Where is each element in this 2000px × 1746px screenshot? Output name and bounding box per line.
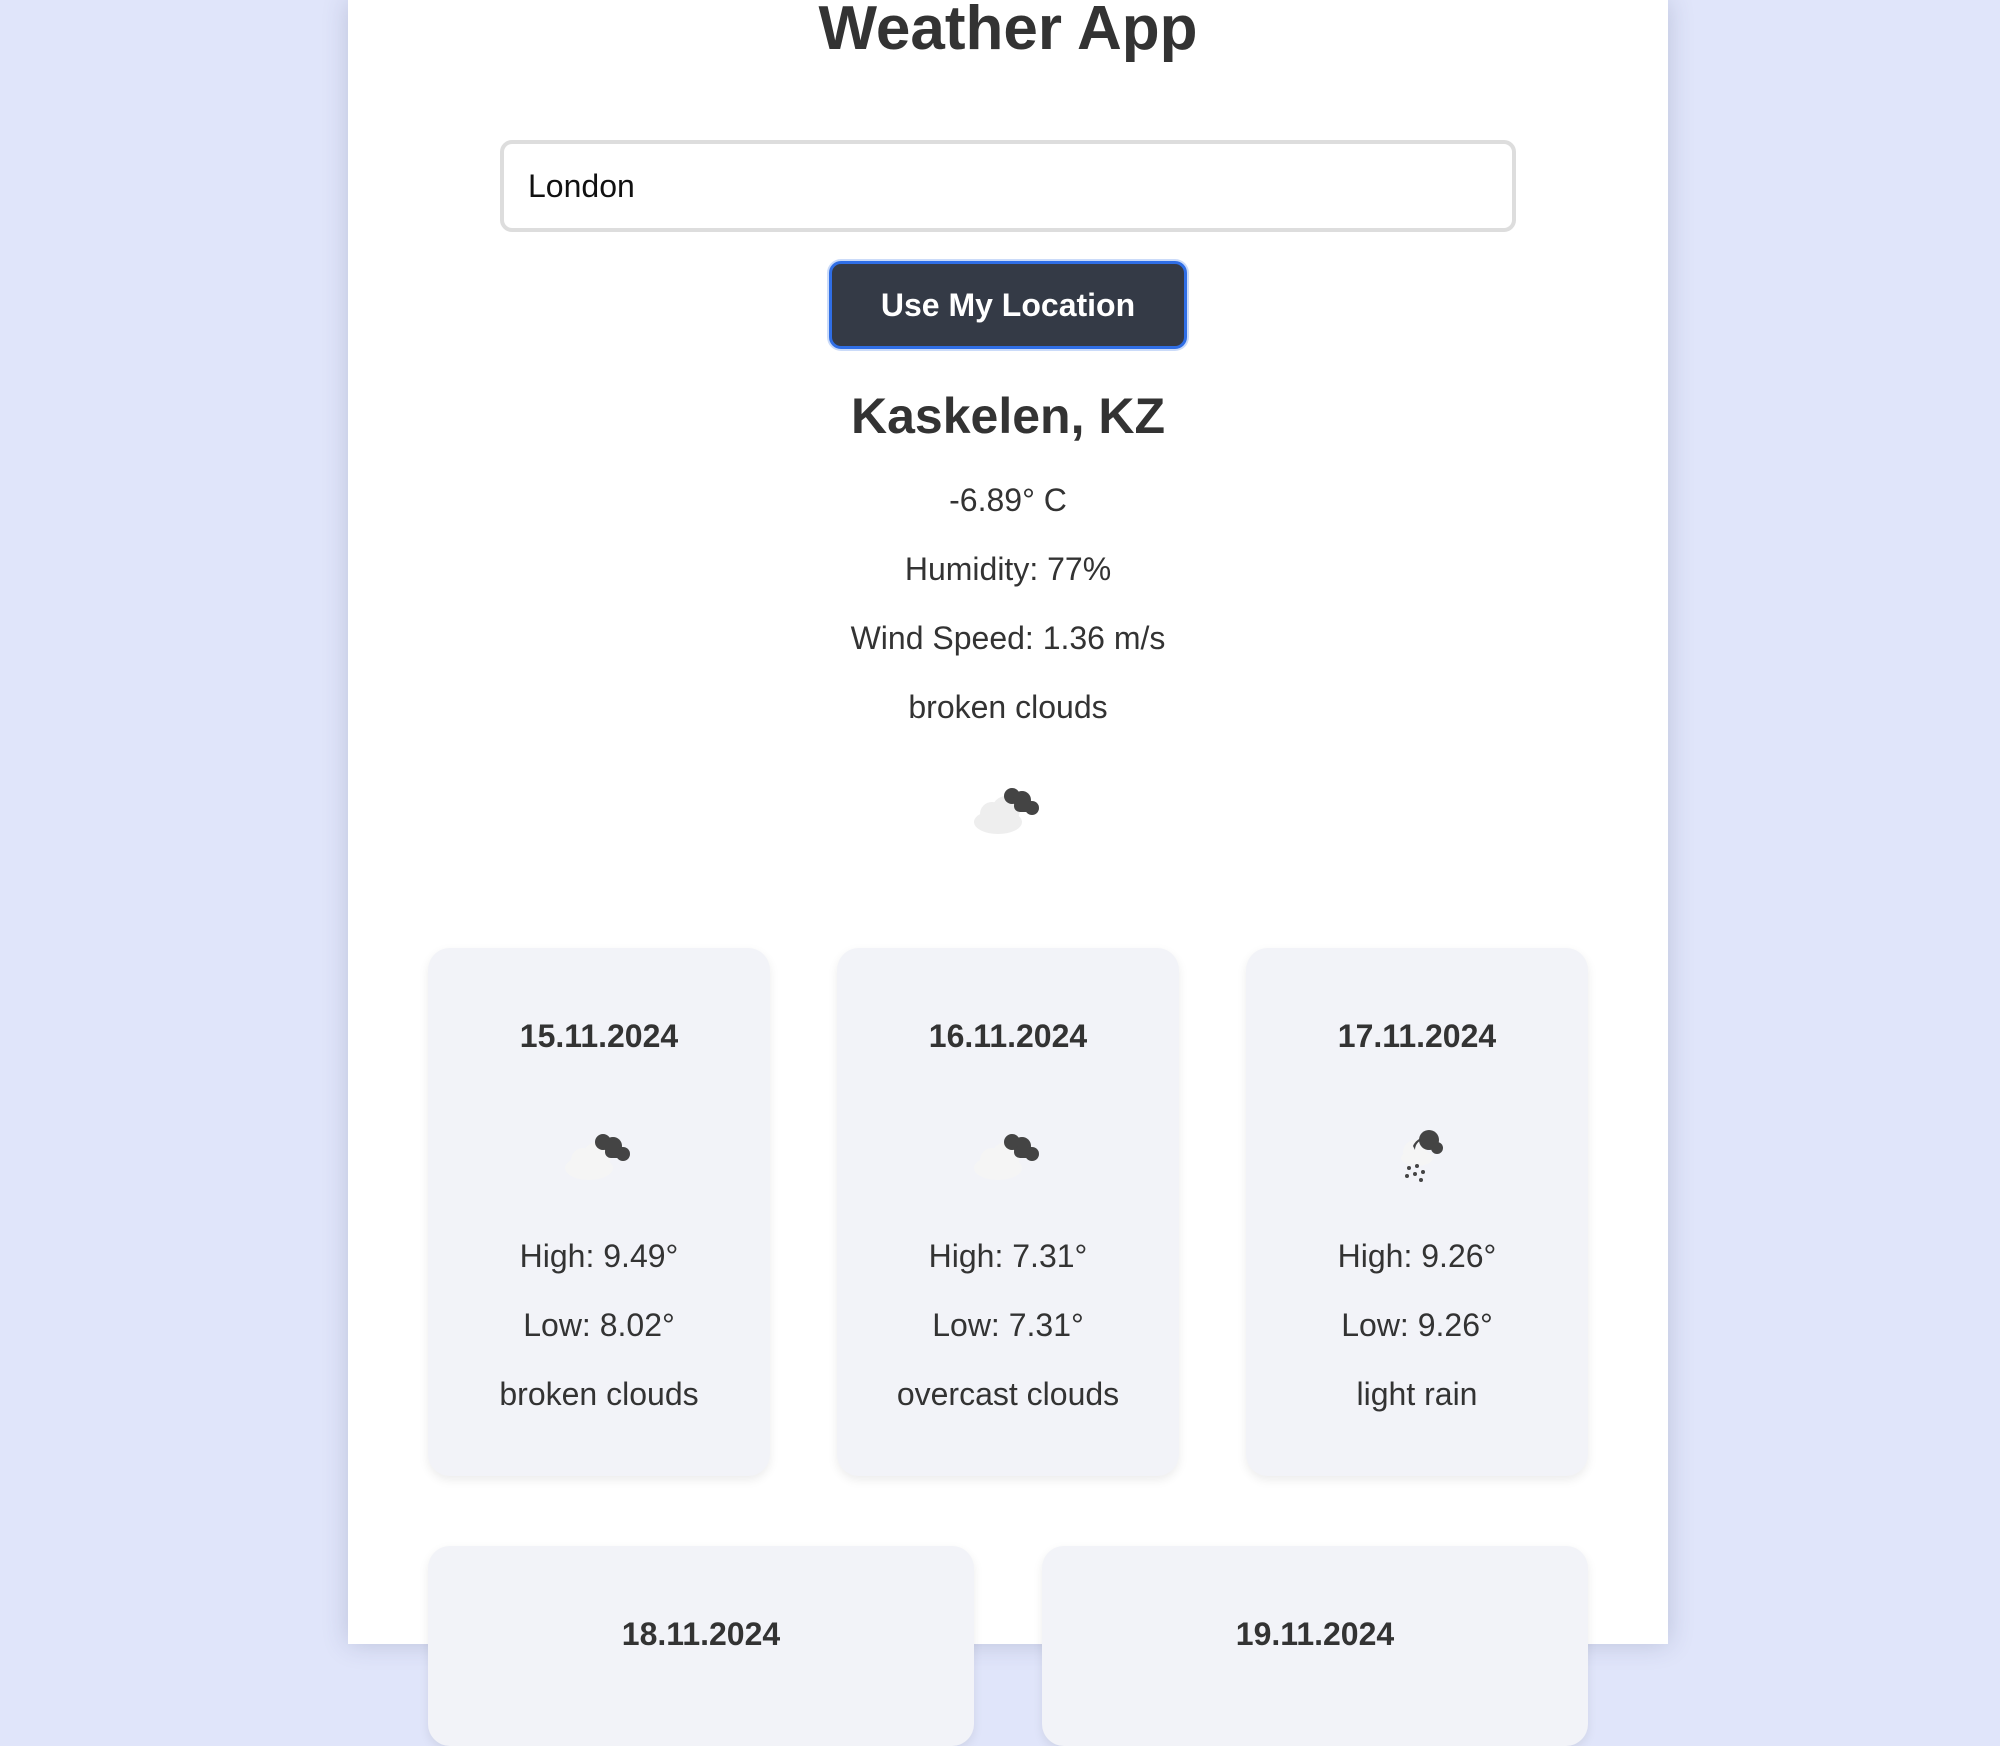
weather-app-container: Weather App Use My Location Kaskelen, KZ… [348, 0, 1668, 1746]
forecast-card: 17.11.2024 High: 9.26° Low: 9.26° light … [1246, 948, 1588, 1476]
forecast-date: 19.11.2024 [1235, 1616, 1395, 1652]
forecast-date: 16.11.2024 [928, 1018, 1088, 1054]
current-humidity: Humidity: 77% [904, 551, 1112, 587]
forecast-description: overcast clouds [896, 1376, 1120, 1412]
current-description: broken clouds [908, 689, 1108, 725]
forecast-card: 15.11.2024 High: 9.49° Low: 8.02° broken… [428, 948, 770, 1476]
forecast-low: Low: 8.02° [523, 1307, 675, 1343]
light-rain-icon [1377, 1124, 1457, 1184]
forecast-date: 15.11.2024 [519, 1018, 679, 1054]
overcast-clouds-icon [968, 1124, 1048, 1184]
forecast-date: 18.11.2024 [621, 1616, 781, 1652]
page-title: Weather App [818, 0, 1198, 63]
current-temperature: -6.89° C [949, 482, 1067, 518]
forecast-high: High: 7.31° [928, 1238, 1088, 1274]
forecast-low: Low: 7.31° [932, 1307, 1084, 1343]
forecast-description: broken clouds [499, 1376, 699, 1412]
forecast-card: 18.11.2024 [428, 1546, 974, 1746]
forecast-card: 16.11.2024 High: 7.31° Low: 7.31° overca… [837, 948, 1179, 1476]
use-my-location-button[interactable]: Use My Location [829, 261, 1187, 349]
forecast-card: 19.11.2024 [1042, 1546, 1588, 1746]
broken-clouds-icon [559, 1124, 639, 1184]
broken-clouds-icon [968, 778, 1048, 838]
forecast-low: Low: 9.26° [1341, 1307, 1493, 1343]
current-wind-speed: Wind Speed: 1.36 m/s [850, 620, 1166, 656]
forecast-description: light rain [1356, 1376, 1478, 1412]
current-city: Kaskelen, KZ [850, 388, 1165, 444]
forecast-high: High: 9.26° [1337, 1238, 1497, 1274]
city-search-input[interactable] [500, 140, 1516, 232]
forecast-date: 17.11.2024 [1337, 1018, 1497, 1054]
forecast-high: High: 9.49° [519, 1238, 679, 1274]
